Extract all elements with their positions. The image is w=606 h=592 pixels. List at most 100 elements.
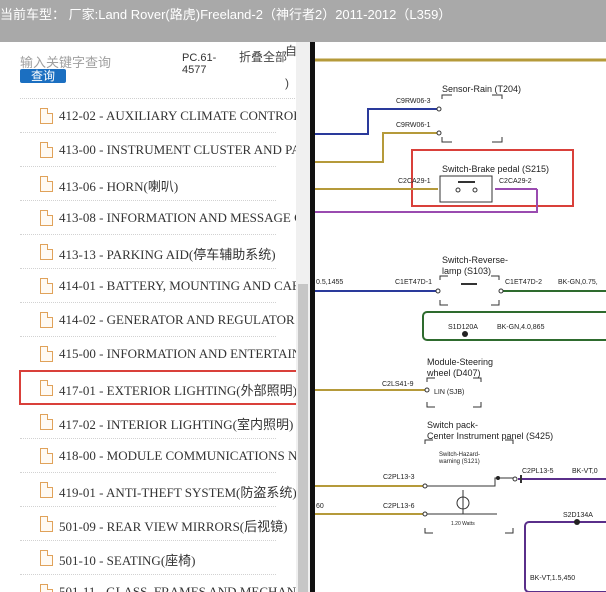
tree-item[interactable]: 414-01 - BATTERY, MOUNTING AND CABLES xyxy=(20,269,297,303)
sensor-rain-box-bottom xyxy=(441,137,503,143)
document-icon xyxy=(40,142,53,158)
wiring-diagram: Sensor-Rain (T204) C9RW06-3 C9RW06-1 Swi… xyxy=(315,58,606,592)
document-icon xyxy=(40,346,53,362)
lin-sjb-label: LIN (SJB) xyxy=(434,389,464,396)
document-icon xyxy=(40,414,53,430)
sensor-rain-box-top xyxy=(441,94,503,99)
connector-pin xyxy=(472,187,478,193)
tree-item[interactable]: 501-10 - SEATING(座椅) xyxy=(20,541,276,575)
switch-reverse-label-1: Switch-Reverse- xyxy=(442,255,508,265)
wire-olive-sensor xyxy=(315,132,437,163)
tree-item-label: 412-02 - AUXILIARY CLIMATE CONTROL xyxy=(59,108,297,123)
splice-node xyxy=(496,476,500,480)
document-icon xyxy=(40,584,53,592)
vehicle-model-title: 当前车型： 厂家:Land Rover(路虎)Freeland-2（神行者2）2… xyxy=(0,7,452,22)
tree-item-label: 501-09 - REAR VIEW MIRRORS(后视镜) xyxy=(59,519,288,534)
connector-pin xyxy=(424,387,430,393)
document-icon xyxy=(40,244,53,260)
tree-item[interactable]: 413-00 - INSTRUMENT CLUSTER AND PANEL xyxy=(20,133,297,167)
document-icon xyxy=(40,210,53,226)
document-icon xyxy=(40,278,53,294)
tree-item-label: 414-02 - GENERATOR AND REGULATOR xyxy=(59,312,295,327)
tree-item[interactable]: 414-02 - GENERATOR AND REGULATOR xyxy=(20,303,295,337)
module-steering-label-2: wheel (D407) xyxy=(426,368,481,378)
connector-pin xyxy=(436,130,442,136)
tree-item-label: 413-06 - HORN(喇叭) xyxy=(59,179,179,194)
connector-pin xyxy=(512,476,518,482)
collapse-all-button[interactable]: 折叠全部 xyxy=(239,51,289,63)
watts-label: 1.20 Watts xyxy=(451,521,475,527)
tree-item-label: 419-01 - ANTI-THEFT SYSTEM(防盗系统) xyxy=(59,485,297,500)
tree-item[interactable]: 418-00 - MODULE COMMUNICATIONS NETWORK xyxy=(20,439,297,473)
switch-pack-label-1: Switch pack- xyxy=(427,420,478,430)
wiring-diagram-pane[interactable]: Sensor-Rain (T204) C9RW06-3 C9RW06-1 Swi… xyxy=(315,42,606,592)
connector-pin xyxy=(455,187,461,193)
c1et47d-1-label: C1ET47D-1 xyxy=(395,279,432,286)
document-icon xyxy=(40,176,53,192)
bk-vt-0-label: BK-VT,0 xyxy=(572,468,598,475)
brake-switch-body xyxy=(439,175,493,203)
bk-gn-4-865-label: BK-GN,4.0,865 xyxy=(497,324,545,331)
search-button[interactable]: 查询 xyxy=(20,69,66,83)
tree-item[interactable]: 417-02 - INTERIOR LIGHTING(室内照明) xyxy=(20,405,293,439)
tree-item-label: 413-13 - PARKING AID(停车辅助系统) xyxy=(59,247,276,262)
selection-highlight-box xyxy=(19,370,314,405)
switch-pack-label-2: Center Instrument panel (S425) xyxy=(427,431,553,441)
c2pl13-3-label: C2PL13-3 xyxy=(383,474,415,481)
splice-node xyxy=(462,331,468,337)
tree-item-label: 501-11 - GLASS, FRAMES AND MECHANISMS xyxy=(59,584,297,592)
tree-item[interactable]: 501-09 - REAR VIEW MIRRORS(后视镜) xyxy=(20,507,287,541)
sensor-rain-label: Sensor-Rain (T204) xyxy=(442,84,521,94)
tree-item[interactable]: 413-06 - HORN(喇叭) xyxy=(20,167,276,201)
tree-item-label: 414-01 - BATTERY, MOUNTING AND CABLES xyxy=(59,278,297,293)
c9rw06-3-label: C9RW06-3 xyxy=(396,98,431,105)
tree-item-label: 415-00 - INFORMATION AND ENTERTAINMENT xyxy=(59,346,297,361)
c2pl13-6-label: C2PL13-6 xyxy=(383,503,415,510)
document-icon xyxy=(40,312,53,328)
tree-item[interactable]: 413-13 - PARKING AID(停车辅助系统) xyxy=(20,235,276,269)
tree-list: 412-02 - AUXILIARY CLIMATE CONTROL 413-0… xyxy=(0,99,297,592)
sidebar: 查询 PC.61-4577 折叠全部 自 ) 412-02 - AUXILIAR… xyxy=(0,42,310,592)
tree-item-label: 418-00 - MODULE COMMUNICATIONS NETWORK xyxy=(59,448,297,463)
switch-brake-label: Switch-Brake pedal (S215) xyxy=(442,164,549,174)
s1d120a-label: S1D120A xyxy=(448,324,478,331)
splice-node xyxy=(574,519,580,525)
wire-purple-return xyxy=(315,189,538,213)
bk-vt-1-5-450-label: BK-VT,1.5,450 xyxy=(530,575,575,582)
c2ls41-9-label: C2LS41-9 xyxy=(382,381,414,388)
tree-item[interactable]: 412-02 - AUXILIARY CLIMATE CONTROL xyxy=(20,99,297,133)
connector-pin xyxy=(422,483,428,489)
c2ca29-2-label: C2CA29-2 xyxy=(499,178,532,185)
tree-item[interactable]: 413-08 - INFORMATION AND MESSAGE CENTER xyxy=(20,201,297,235)
document-icon xyxy=(40,482,53,498)
bk-gn-0-75-label: BK-GN,0.75, xyxy=(558,279,598,286)
reverse-switch-box xyxy=(439,275,500,306)
scrollbar-thumb[interactable] xyxy=(298,284,308,592)
switch-hazard-label-1: Switch-Hazard- xyxy=(439,452,480,458)
c1et47d-2-label: C1ET47D-2 xyxy=(505,279,542,286)
switch-hazard-label-2: warning (S121) xyxy=(438,459,480,465)
document-icon xyxy=(40,516,53,532)
connector-pin xyxy=(436,106,442,112)
wire-0-5-1455-label: 0.5,1455 xyxy=(316,279,343,286)
pc-code-label: PC.61-4577 xyxy=(182,52,217,76)
document-icon xyxy=(40,108,53,124)
c9rw06-1-label: C9RW06-1 xyxy=(396,122,431,129)
tree-item[interactable]: 419-01 - ANTI-THEFT SYSTEM(防盗系统) xyxy=(20,473,297,507)
switch-reverse-label-2: lamp (S103) xyxy=(442,266,491,276)
tree-item[interactable]: 501-11 - GLASS, FRAMES AND MECHANISMS xyxy=(20,575,297,592)
module-steering-label-1: Module-Steering xyxy=(427,357,493,367)
s2d134a-label: S2D134A xyxy=(563,512,593,519)
wire-60-label: 60 xyxy=(316,503,324,510)
document-icon xyxy=(40,550,53,566)
connector-pin xyxy=(498,288,504,294)
tree-item[interactable]: 415-00 - INFORMATION AND ENTERTAINMENT xyxy=(20,337,297,371)
connector-pin xyxy=(435,288,441,294)
hazard-switch-circuit xyxy=(427,477,513,487)
connector-pin xyxy=(422,511,428,517)
tree-item-label: 413-08 - INFORMATION AND MESSAGE CENTER xyxy=(59,210,297,225)
tree-item-label: 501-10 - SEATING(座椅) xyxy=(59,553,196,568)
search-input[interactable] xyxy=(20,54,170,70)
tree-item-label: 417-02 - INTERIOR LIGHTING(室内照明) xyxy=(59,417,294,432)
c2pl13-5-label: C2PL13-5 xyxy=(522,468,554,475)
